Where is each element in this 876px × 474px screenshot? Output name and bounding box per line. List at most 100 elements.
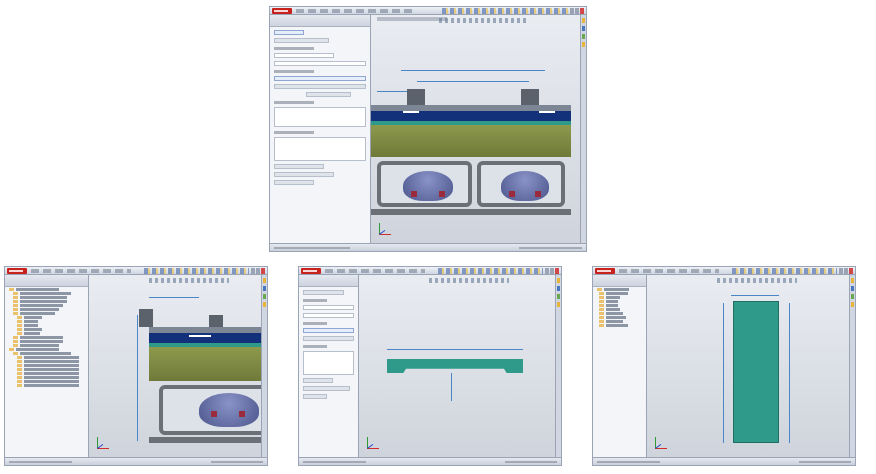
- tree-item[interactable]: [13, 336, 63, 339]
- task-pane-icon[interactable]: [555, 275, 561, 457]
- tree-item[interactable]: [13, 296, 67, 299]
- menu-items[interactable]: [296, 9, 417, 13]
- dimension-line[interactable]: [723, 303, 724, 443]
- parameter-box[interactable]: [274, 107, 366, 127]
- tree-item[interactable]: [17, 364, 80, 367]
- menu-items[interactable]: [325, 269, 425, 273]
- section-label: [303, 345, 327, 348]
- dimension-line[interactable]: [137, 315, 138, 441]
- tree-item[interactable]: [17, 368, 80, 371]
- teal-part-top: [733, 301, 779, 443]
- toolbar-icon[interactable]: [732, 268, 837, 274]
- view-toolbar[interactable]: [717, 278, 797, 283]
- option-field[interactable]: [303, 378, 333, 383]
- confirm-row[interactable]: [274, 30, 304, 35]
- entity-field[interactable]: [274, 76, 366, 81]
- tree-item[interactable]: [13, 312, 55, 315]
- tree-item[interactable]: [13, 344, 59, 347]
- graphics-area[interactable]: [359, 275, 555, 457]
- section-label: [274, 47, 314, 50]
- option-field[interactable]: [274, 172, 334, 177]
- task-pane-icon[interactable]: [849, 275, 855, 457]
- toolbar-icon[interactable]: [441, 8, 568, 14]
- tree-item[interactable]: [17, 324, 38, 327]
- tree-item[interactable]: [599, 316, 626, 319]
- list-box[interactable]: [303, 351, 354, 375]
- magnet: [509, 191, 515, 197]
- menu-items[interactable]: [619, 269, 719, 273]
- tree-item[interactable]: [17, 384, 80, 387]
- task-pane-icon[interactable]: [261, 275, 267, 457]
- graphics-area[interactable]: [647, 275, 849, 457]
- tree-item[interactable]: [13, 292, 72, 295]
- tree-item[interactable]: [13, 352, 72, 355]
- selection-field[interactable]: [274, 61, 366, 66]
- entity-field[interactable]: [274, 84, 366, 89]
- tree-item[interactable]: [17, 328, 42, 331]
- tree-item[interactable]: [599, 308, 621, 311]
- menu-items[interactable]: [31, 269, 131, 273]
- list-box[interactable]: [274, 137, 366, 161]
- selection-field[interactable]: [274, 53, 334, 58]
- window-controls[interactable]: [545, 268, 559, 274]
- dimension-line[interactable]: [149, 297, 199, 298]
- tree-item[interactable]: [17, 356, 80, 359]
- dimension-line[interactable]: [451, 373, 452, 401]
- tree-item[interactable]: [9, 288, 59, 291]
- tree-item[interactable]: [599, 292, 629, 295]
- dimension-line[interactable]: [731, 295, 779, 296]
- toolbar-icon[interactable]: [144, 268, 249, 274]
- toolbar-icon[interactable]: [438, 268, 543, 274]
- window-controls[interactable]: [570, 8, 584, 14]
- option-field[interactable]: [303, 394, 327, 399]
- tree-item[interactable]: [17, 376, 80, 379]
- entity-field[interactable]: [303, 336, 354, 341]
- tree-item[interactable]: [17, 380, 80, 383]
- app-logo-icon: [272, 8, 292, 14]
- option-button[interactable]: [306, 92, 351, 97]
- tree-item[interactable]: [17, 320, 38, 323]
- window-controls[interactable]: [251, 268, 265, 274]
- tree-item[interactable]: [17, 316, 42, 319]
- option-field[interactable]: [303, 290, 345, 295]
- tree-item[interactable]: [17, 332, 41, 335]
- bottom-left-screenshot: [4, 266, 268, 466]
- selection-field[interactable]: [303, 305, 354, 310]
- tree-item[interactable]: [13, 308, 59, 311]
- window-controls[interactable]: [839, 268, 853, 274]
- selection-field[interactable]: [303, 313, 354, 318]
- option-field[interactable]: [274, 180, 314, 185]
- option-field[interactable]: [274, 38, 329, 43]
- tree-item[interactable]: [13, 300, 67, 303]
- tree-item[interactable]: [599, 312, 623, 315]
- graphics-area[interactable]: [371, 15, 580, 243]
- status-bar: [270, 243, 586, 251]
- tree-item[interactable]: [13, 304, 63, 307]
- app-logo-icon: [595, 268, 615, 274]
- tree-item[interactable]: [597, 288, 629, 291]
- graphics-area[interactable]: [89, 275, 261, 457]
- tree-item[interactable]: [599, 304, 618, 307]
- view-toolbar[interactable]: [429, 278, 509, 283]
- task-pane-icon[interactable]: [580, 15, 586, 243]
- option-field[interactable]: [274, 164, 324, 169]
- dimension-line[interactable]: [417, 81, 529, 82]
- tree-item[interactable]: [17, 372, 80, 375]
- dimension-line[interactable]: [401, 70, 545, 71]
- option-field[interactable]: [303, 386, 351, 391]
- tree-item[interactable]: [599, 300, 618, 303]
- entity-field[interactable]: [303, 328, 354, 333]
- tree-item[interactable]: [17, 360, 80, 363]
- tree-item[interactable]: [9, 348, 59, 351]
- dimension-line[interactable]: [377, 91, 407, 92]
- tree-item[interactable]: [599, 296, 621, 299]
- dimension-line[interactable]: [387, 349, 523, 350]
- view-toolbar[interactable]: [439, 18, 529, 23]
- coordinate-axes-icon: [367, 435, 381, 449]
- base-plate: [149, 437, 261, 443]
- tree-item[interactable]: [599, 324, 629, 327]
- tree-item[interactable]: [13, 340, 63, 343]
- view-toolbar[interactable]: [149, 278, 229, 283]
- dimension-line[interactable]: [789, 303, 790, 443]
- tree-item[interactable]: [599, 320, 623, 323]
